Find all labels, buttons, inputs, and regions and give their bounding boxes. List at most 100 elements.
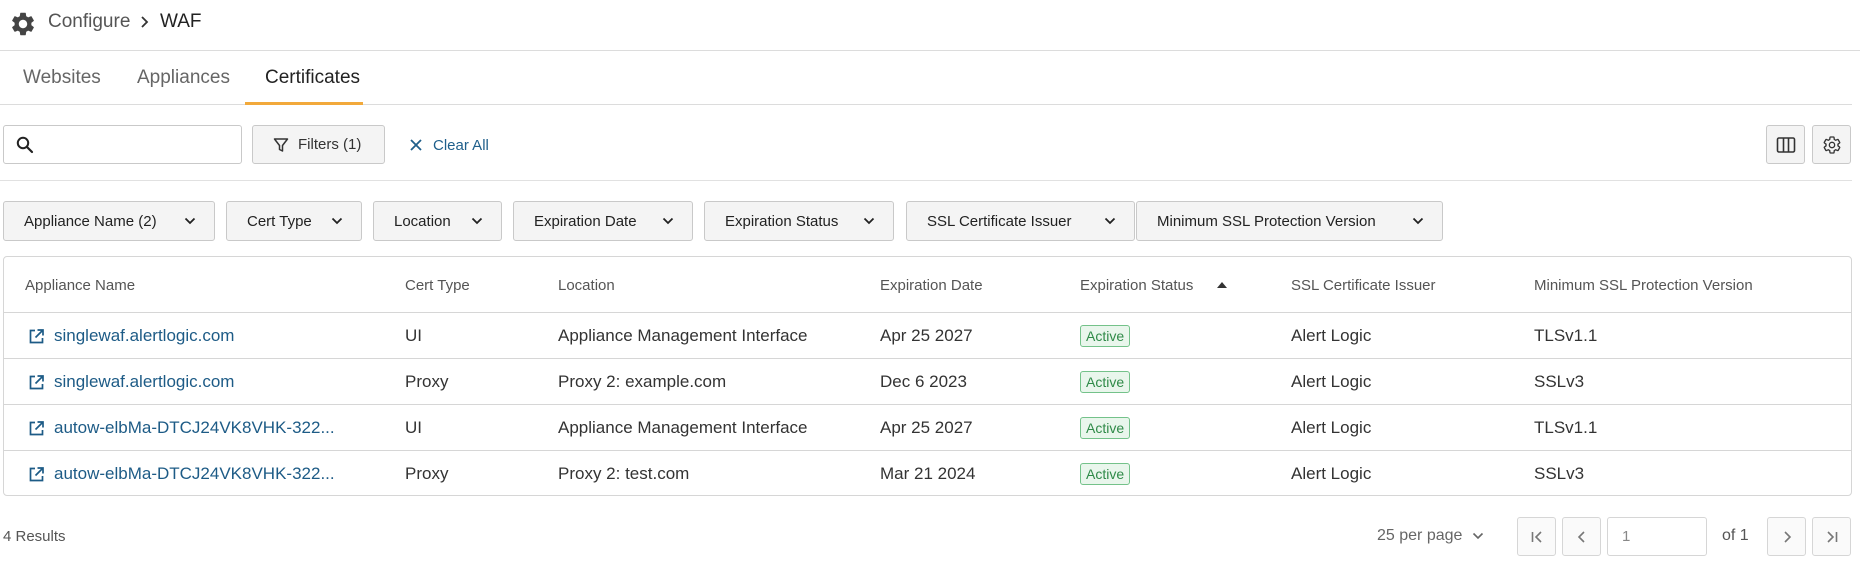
status-badge: Active — [1080, 371, 1131, 393]
cert-type-cell: Proxy — [405, 464, 449, 483]
expiration-date-cell: Apr 25 2027 — [880, 418, 973, 437]
min-ssl-cell: SSLv3 — [1534, 464, 1585, 483]
per-page-select[interactable]: 25 per page — [1377, 527, 1484, 545]
clear-all-button[interactable]: Clear All — [409, 133, 489, 157]
columns-icon — [1776, 136, 1795, 153]
chevron-down-icon — [1412, 217, 1424, 225]
filter-icon — [273, 137, 289, 152]
chevron-down-icon — [471, 217, 483, 225]
chevron-right-icon — [1783, 530, 1791, 543]
location-cell: Proxy 2: example.com — [558, 372, 727, 391]
filter-chip-appliance-name[interactable]: Appliance Name (2) — [3, 201, 215, 241]
tab-websites[interactable]: Websites — [23, 67, 101, 89]
expiration-date-cell: Apr 25 2027 — [880, 326, 973, 345]
filter-chip-label: Expiration Status — [725, 212, 839, 230]
toolbar-divider — [0, 180, 1852, 181]
certificates-table: Appliance Name Cert Type Location Expira… — [3, 256, 1852, 496]
next-page-button[interactable] — [1767, 517, 1806, 556]
table-row: autow-elbMa-DTCJ24VK8VHK-322... Proxy Pr… — [4, 451, 1851, 497]
tab-appliances[interactable]: Appliances — [137, 67, 230, 89]
page-number-input[interactable] — [1607, 517, 1707, 556]
appliance-name: autow-elbMa-DTCJ24VK8VHK-322... — [54, 464, 335, 483]
search-box — [3, 125, 242, 164]
appliance-name: singlewaf.alertlogic.com — [54, 372, 235, 391]
appliance-name: singlewaf.alertlogic.com — [54, 326, 235, 345]
sort-ascending-icon[interactable] — [1217, 282, 1227, 288]
expiration-date-cell: Dec 6 2023 — [880, 372, 967, 391]
filter-chip-label: Expiration Date — [534, 212, 637, 230]
top-bar: Configure WAF — [0, 0, 1860, 51]
gear-icon — [1823, 135, 1840, 154]
table-row: autow-elbMa-DTCJ24VK8VHK-322... UI Appli… — [4, 405, 1851, 451]
appliance-name-link[interactable]: autow-elbMa-DTCJ24VK8VHK-322... — [28, 464, 335, 484]
column-header-expiration-status[interactable]: Expiration Status — [1080, 277, 1193, 294]
status-badge: Active — [1080, 463, 1131, 485]
filter-chip-label: SSL Certificate Issuer — [927, 212, 1072, 230]
results-count: 4 Results — [3, 528, 66, 545]
chevron-down-icon — [662, 217, 674, 225]
external-link-icon — [29, 374, 44, 389]
first-page-button[interactable] — [1517, 517, 1556, 556]
chevron-down-icon — [331, 217, 343, 225]
filter-chip-expiration-status[interactable]: Expiration Status — [704, 201, 894, 241]
filter-chip-label: Location — [394, 212, 451, 230]
cert-type-cell: UI — [405, 326, 422, 345]
appliance-name-link[interactable]: singlewaf.alertlogic.com — [28, 326, 234, 346]
external-link-icon — [29, 328, 44, 343]
appliance-name-link[interactable]: autow-elbMa-DTCJ24VK8VHK-322... — [28, 418, 335, 438]
first-page-icon — [1531, 530, 1542, 543]
min-ssl-cell: TLSv1.1 — [1534, 326, 1598, 345]
filters-button[interactable]: Filters (1) — [252, 125, 385, 164]
settings-button[interactable] — [1812, 125, 1851, 164]
active-tab-indicator — [245, 102, 363, 105]
search-input[interactable] — [40, 131, 235, 158]
tab-bar: Websites Appliances Certificates — [0, 52, 1852, 105]
location-cell: Appliance Management Interface — [558, 326, 808, 345]
filter-chip-expiration-date[interactable]: Expiration Date — [513, 201, 693, 241]
column-header-location[interactable]: Location — [558, 277, 615, 294]
expiration-date-cell: Mar 21 2024 — [880, 464, 976, 483]
appliance-name-link[interactable]: singlewaf.alertlogic.com — [28, 372, 234, 392]
table-row: singlewaf.alertlogic.com Proxy Proxy 2: … — [4, 359, 1851, 405]
filter-chip-cert-type[interactable]: Cert Type — [226, 201, 362, 241]
chevron-down-icon — [184, 217, 196, 225]
column-header-ssl-issuer[interactable]: SSL Certificate Issuer — [1291, 277, 1436, 294]
gear-icon[interactable] — [9, 10, 37, 38]
cert-type-cell: Proxy — [405, 372, 449, 391]
min-ssl-cell: SSLv3 — [1534, 372, 1585, 391]
last-page-button[interactable] — [1812, 517, 1851, 556]
filter-chip-min-ssl-version[interactable]: Minimum SSL Protection Version — [1136, 201, 1443, 241]
filter-chip-label: Cert Type — [247, 212, 312, 230]
column-header-cert-type[interactable]: Cert Type — [405, 277, 470, 294]
issuer-cell: Alert Logic — [1291, 372, 1372, 391]
breadcrumb-configure[interactable]: Configure — [48, 11, 130, 33]
chevron-down-icon — [863, 217, 875, 225]
tab-certificates[interactable]: Certificates — [265, 67, 360, 89]
filter-chip-label: Minimum SSL Protection Version — [1157, 212, 1376, 230]
location-cell: Proxy 2: test.com — [558, 464, 690, 483]
filters-label: Filters (1) — [298, 136, 362, 153]
filter-chip-label: Appliance Name (2) — [24, 212, 157, 230]
search-icon — [16, 136, 34, 154]
column-header-min-ssl-version[interactable]: Minimum SSL Protection Version — [1534, 277, 1753, 294]
column-header-appliance-name[interactable]: Appliance Name — [25, 277, 135, 294]
external-link-icon — [29, 466, 44, 481]
chevron-right-icon — [141, 16, 149, 28]
chevron-left-icon — [1577, 530, 1585, 543]
filter-chip-ssl-issuer[interactable]: SSL Certificate Issuer — [906, 201, 1135, 241]
column-header-expiration-date[interactable]: Expiration Date — [880, 277, 983, 294]
status-badge: Active — [1080, 417, 1131, 439]
chevron-down-icon — [1104, 217, 1116, 225]
table-row: singlewaf.alertlogic.com UI Appliance Ma… — [4, 313, 1851, 359]
location-cell: Appliance Management Interface — [558, 418, 808, 437]
per-page-label: 25 per page — [1377, 527, 1463, 544]
external-link-icon — [29, 420, 44, 435]
filter-chip-location[interactable]: Location — [373, 201, 502, 241]
status-badge: Active — [1080, 325, 1131, 347]
columns-button[interactable] — [1766, 125, 1805, 164]
previous-page-button[interactable] — [1562, 517, 1601, 556]
chevron-down-icon — [1473, 532, 1484, 540]
clear-all-label: Clear All — [433, 136, 489, 154]
last-page-icon — [1826, 530, 1837, 543]
min-ssl-cell: TLSv1.1 — [1534, 418, 1598, 437]
